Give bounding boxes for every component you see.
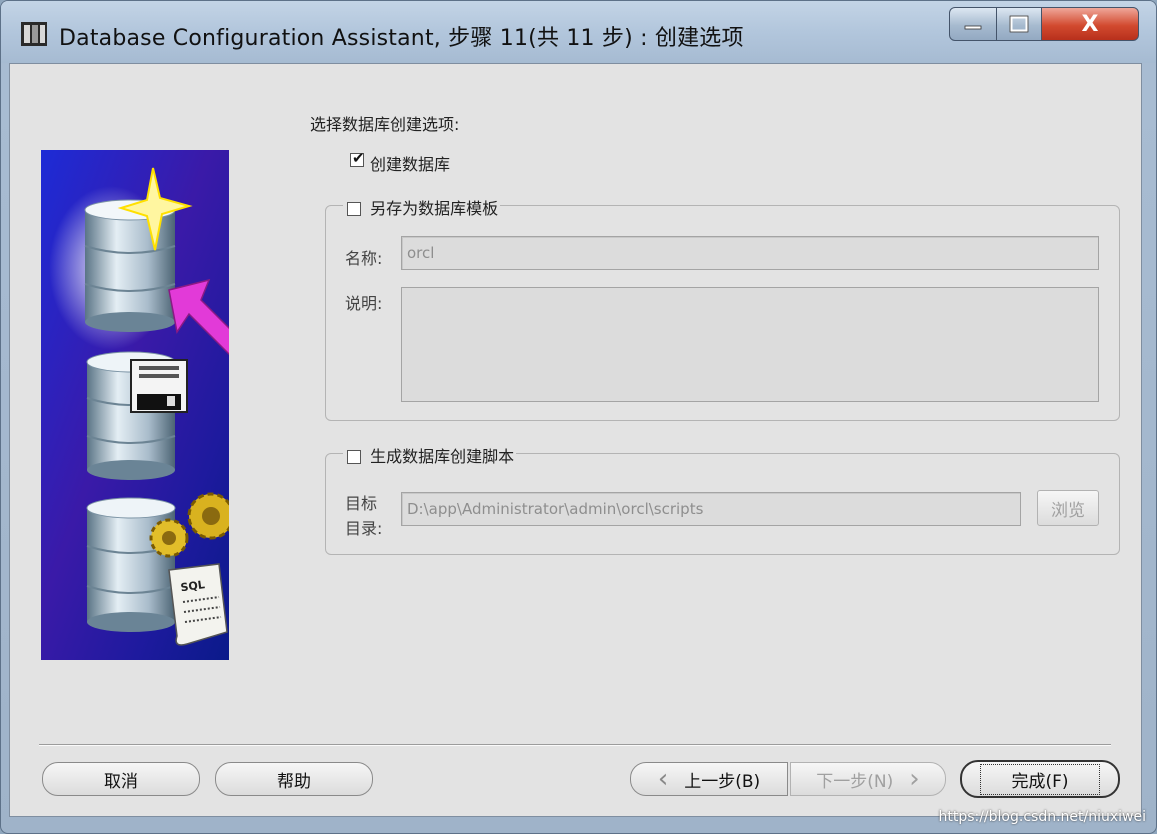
gen-scripts-legend: 生成数据库创建脚本 [343, 443, 517, 466]
back-button[interactable]: ‹ 上一步(B) [630, 762, 788, 796]
window-controls: X [949, 7, 1143, 43]
dialog-body: SQL 选择数据库创建选项: 创建数据库 另存为数据库模板 名称: orcl 说… [9, 63, 1142, 817]
database-illustration: SQL [41, 150, 229, 660]
finish-button[interactable]: 完成(F) [960, 760, 1120, 798]
target-dir-label-line2: 目录: [345, 519, 383, 538]
close-button[interactable]: X [1041, 7, 1139, 41]
save-template-legend: 另存为数据库模板 [343, 195, 501, 218]
gen-scripts-label[interactable]: 生成数据库创建脚本 [370, 447, 514, 466]
browse-button[interactable]: 浏览 [1037, 490, 1099, 526]
create-db-checkbox[interactable] [350, 149, 365, 167]
database-cylinder-script [86, 497, 176, 632]
save-template-label[interactable]: 另存为数据库模板 [370, 199, 498, 218]
footer-separator [39, 744, 1111, 746]
next-button[interactable]: 下一步(N) › [790, 762, 946, 796]
template-desc-label: 说明: [345, 294, 383, 313]
floppy-disk-icon [130, 359, 188, 413]
help-button[interactable]: 帮助 [215, 762, 373, 796]
create-db-label[interactable]: 创建数据库 [370, 151, 450, 175]
target-dir-field[interactable]: D:\app\Administrator\admin\orcl\scripts [401, 492, 1021, 526]
template-name-label: 名称: [345, 249, 383, 268]
target-dir-label-line1: 目标 [345, 494, 378, 513]
back-button-label: 上一步(B) [684, 771, 761, 792]
cancel-button[interactable]: 取消 [42, 762, 200, 796]
watermark-text: https://blog.csdn.net/niuxiwei [938, 809, 1146, 825]
finish-button-label: 完成(F) [980, 763, 1100, 795]
app-icon [21, 22, 47, 46]
gen-scripts-checkbox[interactable] [347, 450, 361, 464]
maximize-button[interactable] [996, 7, 1042, 41]
dialog-window: Database Configuration Assistant, 步骤 11(… [0, 0, 1157, 834]
minimize-icon [964, 25, 982, 30]
chevron-left-icon: ‹ [657, 764, 669, 794]
sql-script-icon: SQL [168, 563, 228, 646]
chevron-right-icon: › [909, 764, 920, 794]
window-title: Database Configuration Assistant, 步骤 11(… [59, 26, 744, 51]
maximize-icon [1009, 15, 1029, 33]
template-name-field[interactable]: orcl [401, 236, 1099, 270]
close-icon: X [1081, 11, 1099, 37]
next-button-label: 下一步(N) [816, 771, 894, 792]
options-prompt: 选择数据库创建选项: [310, 115, 460, 134]
minimize-button[interactable] [949, 7, 997, 41]
save-template-checkbox[interactable] [347, 202, 361, 216]
template-desc-field[interactable] [401, 287, 1099, 402]
title-bar[interactable]: Database Configuration Assistant, 步骤 11(… [1, 1, 1156, 63]
